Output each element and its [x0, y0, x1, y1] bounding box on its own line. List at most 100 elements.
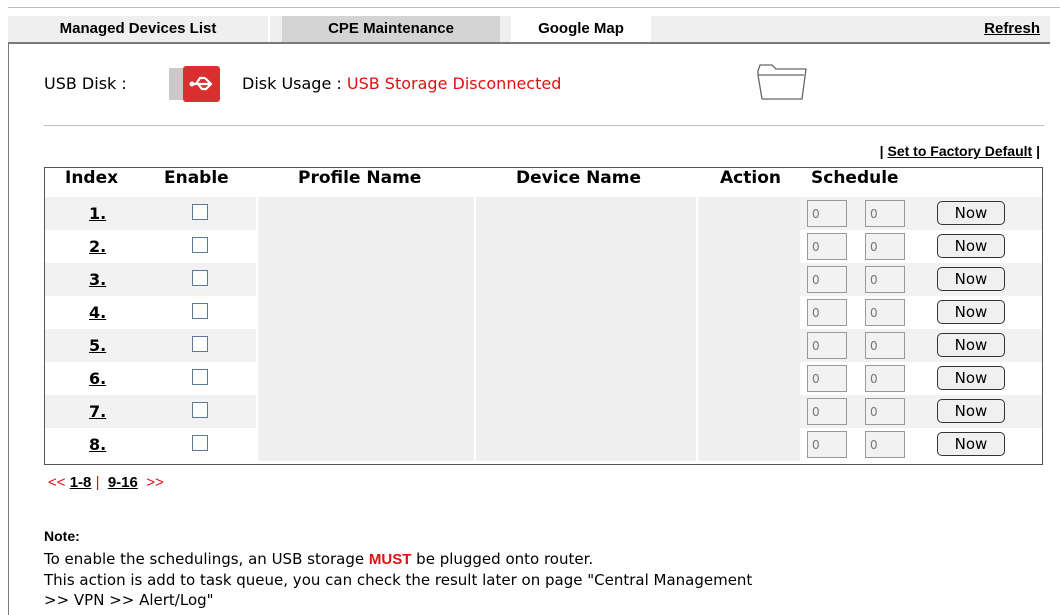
- schedule-field-2[interactable]: 0: [865, 431, 905, 458]
- profile-name-cell: [256, 263, 476, 296]
- now-button[interactable]: Now: [937, 300, 1005, 324]
- usb-icon: [169, 66, 220, 102]
- header-action: Action: [720, 168, 781, 188]
- now-button[interactable]: Now: [937, 333, 1005, 357]
- set-to-factory-default-link[interactable]: Set to Factory Default: [887, 143, 1032, 159]
- action-cell: [696, 329, 800, 362]
- row-index-link[interactable]: 3.: [89, 270, 106, 289]
- schedule-field-1[interactable]: 0: [807, 431, 847, 458]
- row-index-link[interactable]: 5.: [89, 336, 106, 355]
- device-name-cell: [474, 395, 698, 428]
- schedule-field-1[interactable]: 0: [807, 266, 847, 293]
- profile-name-cell: [256, 197, 476, 230]
- header-schedule: Schedule: [811, 168, 899, 188]
- action-cell: [696, 263, 800, 296]
- schedule-field-1[interactable]: 0: [807, 233, 847, 260]
- device-name-cell: [474, 329, 698, 362]
- schedule-field-2[interactable]: 0: [865, 299, 905, 326]
- schedule-field-2[interactable]: 0: [865, 332, 905, 359]
- action-cell: [696, 428, 800, 461]
- row-index-link[interactable]: 6.: [89, 369, 106, 388]
- usb-disk-label: USB Disk :: [44, 74, 127, 93]
- enable-checkbox[interactable]: [192, 204, 208, 220]
- factory-default-bar: | Set to Factory Default |: [880, 143, 1040, 159]
- action-cell: [696, 362, 800, 395]
- schedule-field-2[interactable]: 0: [865, 233, 905, 260]
- enable-checkbox[interactable]: [192, 270, 208, 286]
- device-name-cell: [474, 230, 698, 263]
- pager-next[interactable]: >>: [146, 474, 164, 491]
- table-row: 6. 0 0 Now: [45, 362, 1042, 395]
- header-index: Index: [65, 168, 119, 188]
- action-cell: [696, 197, 800, 230]
- profile-name-cell: [256, 296, 476, 329]
- folder-icon[interactable]: [752, 63, 812, 103]
- tab-cpe-maintenance[interactable]: CPE Maintenance: [282, 16, 500, 42]
- row-index-link[interactable]: 8.: [89, 435, 106, 454]
- schedule-field-2[interactable]: 0: [865, 266, 905, 293]
- row-index-link[interactable]: 1.: [89, 204, 106, 223]
- schedule-field-2[interactable]: 0: [865, 398, 905, 425]
- schedule-field-1[interactable]: 0: [807, 200, 847, 227]
- enable-checkbox[interactable]: [192, 237, 208, 253]
- note-line-1: To enable the schedulings, an USB storag…: [44, 550, 593, 568]
- profile-name-cell: [256, 395, 476, 428]
- enable-checkbox[interactable]: [192, 435, 208, 451]
- schedule-field-2[interactable]: 0: [865, 365, 905, 392]
- enable-checkbox[interactable]: [192, 303, 208, 319]
- table-row: 7. 0 0 Now: [45, 395, 1042, 428]
- now-button[interactable]: Now: [937, 267, 1005, 291]
- now-button[interactable]: Now: [937, 201, 1005, 225]
- table-row: 8. 0 0 Now: [45, 428, 1042, 461]
- header-profile-name: Profile Name: [298, 168, 422, 188]
- profile-name-cell: [256, 329, 476, 362]
- row-index-link[interactable]: 7.: [89, 402, 106, 421]
- device-name-cell: [474, 296, 698, 329]
- device-name-cell: [474, 197, 698, 230]
- table-row: 5. 0 0 Now: [45, 329, 1042, 362]
- table-row: 2. 0 0 Now: [45, 230, 1042, 263]
- note-line-1-start: To enable the schedulings, an USB storag…: [44, 550, 365, 568]
- section-divider: [44, 125, 1044, 126]
- pager-page-9-16[interactable]: 9-16: [108, 474, 138, 491]
- now-button[interactable]: Now: [937, 399, 1005, 423]
- device-name-cell: [474, 428, 698, 461]
- table-row: 3. 0 0 Now: [45, 263, 1042, 296]
- tab-google-map[interactable]: Google Map: [511, 16, 651, 42]
- left-frame-line: [8, 44, 9, 615]
- refresh-link[interactable]: Refresh: [984, 16, 1040, 42]
- profile-name-cell: [256, 362, 476, 395]
- enable-checkbox[interactable]: [192, 369, 208, 385]
- tab-managed-devices-list[interactable]: Managed Devices List: [8, 16, 268, 42]
- schedule-field-1[interactable]: 0: [807, 398, 847, 425]
- pager-page-1-8[interactable]: 1-8: [70, 474, 92, 491]
- now-button[interactable]: Now: [937, 234, 1005, 258]
- now-button[interactable]: Now: [937, 366, 1005, 390]
- profile-name-cell: [256, 230, 476, 263]
- enable-checkbox[interactable]: [192, 336, 208, 352]
- schedule-field-1[interactable]: 0: [807, 332, 847, 359]
- top-divider: [8, 7, 1060, 8]
- schedule-field-1[interactable]: 0: [807, 365, 847, 392]
- row-index-link[interactable]: 4.: [89, 303, 106, 322]
- schedule-field-1[interactable]: 0: [807, 299, 847, 326]
- device-name-cell: [474, 362, 698, 395]
- device-name-cell: [474, 263, 698, 296]
- pagination: << 1-8 | 9-16 >>: [48, 474, 164, 491]
- disk-usage-label: Disk Usage :: [242, 74, 342, 93]
- action-cell: [696, 296, 800, 329]
- enable-checkbox[interactable]: [192, 402, 208, 418]
- schedule-field-2[interactable]: 0: [865, 200, 905, 227]
- schedule-table: Index Enable Profile Name Device Name Ac…: [44, 167, 1043, 465]
- note-must: MUST: [368, 551, 412, 568]
- note-line-3: >> VPN >> Alert/Log": [44, 591, 214, 609]
- row-index-link[interactable]: 2.: [89, 237, 106, 256]
- pager-prev[interactable]: <<: [48, 474, 66, 491]
- now-button[interactable]: Now: [937, 432, 1005, 456]
- table-row: 4. 0 0 Now: [45, 296, 1042, 329]
- disk-usage-status: USB Storage Disconnected: [346, 74, 562, 93]
- header-device-name: Device Name: [516, 168, 642, 188]
- tab-separator: [268, 16, 270, 42]
- disk-usage: Disk Usage : USB Storage Disconnected: [242, 74, 561, 93]
- note-line-1-end: be plugged onto router.: [416, 550, 594, 568]
